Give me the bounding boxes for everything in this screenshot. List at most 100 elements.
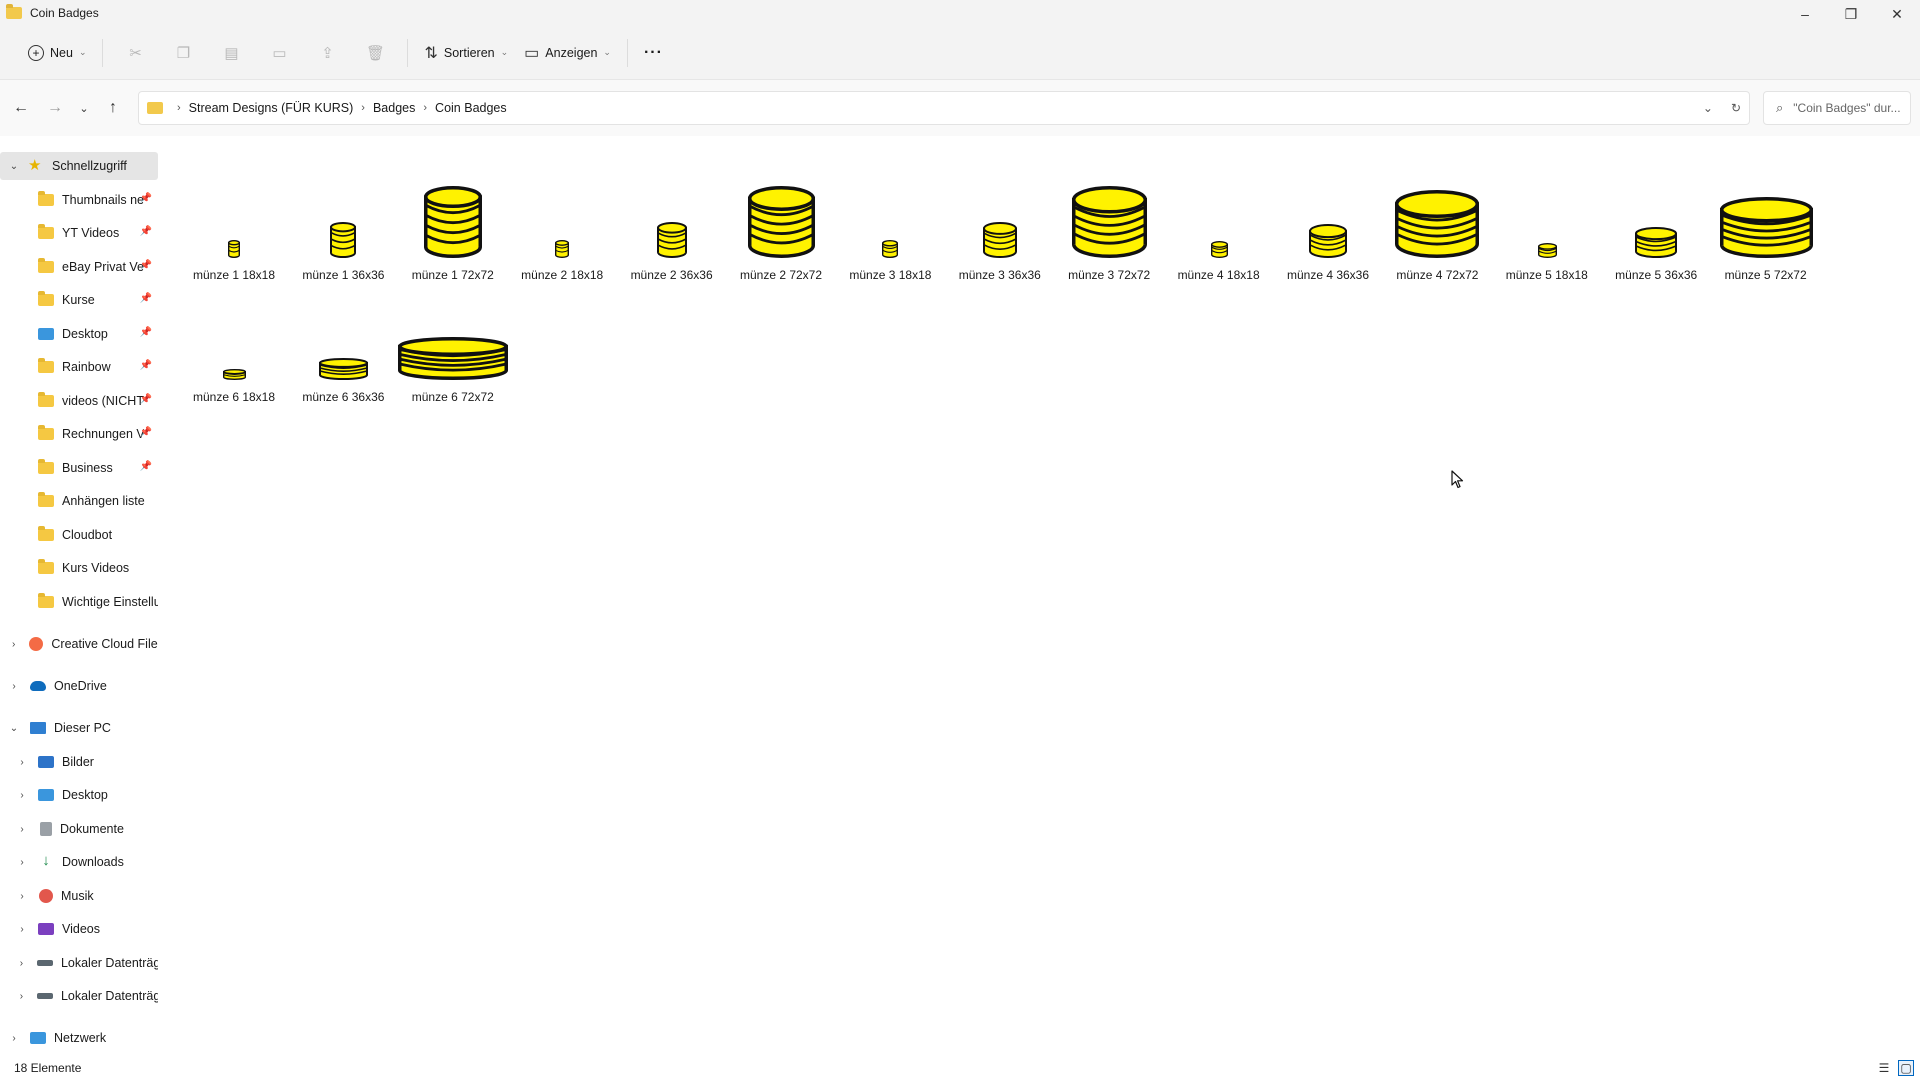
file-name: münze 3 36x36 [958,268,1041,282]
coin-thumbnail [180,166,288,262]
address-bar[interactable]: › Stream Designs (FÜR KURS) › Badges › C… [138,91,1750,125]
sidebar-item-wichtige[interactable]: Wichtige Einstellur [0,588,158,616]
file-item[interactable]: münze 3 72x72 [1055,166,1163,286]
sidebar-item-rechnungen[interactable]: Rechnungen Ve 📌 [0,420,158,448]
sidebar-item-musik[interactable]: › Musik [0,882,158,910]
sidebar-item-videos[interactable]: › Videos [0,915,158,943]
paste-button[interactable]: ▤ [207,37,255,69]
file-item[interactable]: münze 3 36x36 [946,166,1054,286]
file-name: münze 3 18x18 [849,268,932,282]
restore-button[interactable]: ❐ [1828,0,1874,28]
sidebar-item-label: Cloudbot [62,528,113,542]
chevron-down-icon[interactable]: ⌄ [8,723,20,734]
breadcrumb-coin-badges[interactable]: Coin Badges [435,101,507,115]
sidebar-item-desktop-pinned[interactable]: Desktop 📌 [0,320,158,348]
chevron-right-icon[interactable]: › [16,991,27,1002]
sidebar-item-onedrive[interactable]: › OneDrive [0,672,158,700]
sidebar-item-downloads[interactable]: › ↓ Downloads [0,848,158,876]
coin-stack-icon [1537,243,1557,258]
file-item[interactable]: münze 5 72x72 [1712,166,1820,286]
forward-button[interactable]: → [38,92,72,124]
refresh-button[interactable]: ↻ [1731,101,1741,115]
sidebar-item-cloudbot[interactable]: Cloudbot [0,521,158,549]
file-item[interactable]: münze 2 72x72 [727,166,835,286]
details-view-button[interactable]: ☰ [1876,1060,1892,1076]
new-label: Neu [50,45,73,60]
chevron-right-icon[interactable]: › [16,924,28,935]
sidebar-item-local-disk-1[interactable]: › Lokaler Datenträge [0,949,158,977]
scissors-icon: ✂ [129,44,142,62]
sidebar-item-videos-nicht[interactable]: videos (NICHT I 📌 [0,387,158,415]
close-button[interactable]: ✕ [1874,0,1920,28]
breadcrumb-badges[interactable]: Badges [373,101,415,115]
large-icons-view-button[interactable]: ▢ [1898,1060,1914,1076]
chevron-right-icon[interactable]: › [16,857,28,868]
file-item[interactable]: münze 6 18x18 [180,288,288,408]
chevron-right-icon[interactable]: › [8,639,19,650]
folder-icon [147,102,163,114]
sidebar-item-anhaengen[interactable]: Anhängen liste [0,487,158,515]
file-name: münze 2 36x36 [630,268,713,282]
recent-locations-button[interactable]: ⌄ [72,92,96,124]
delete-button[interactable]: 🗑 [351,37,399,69]
sort-button[interactable]: ⇅ Sortieren ⌄ [416,37,516,69]
chevron-right-icon[interactable]: › [16,958,27,969]
file-item[interactable]: münze 4 18x18 [1165,166,1273,286]
back-button[interactable]: ← [4,92,38,124]
sidebar-item-kurs-videos[interactable]: Kurs Videos [0,554,158,582]
chevron-down-icon: ⌄ [78,47,87,57]
sidebar-item-this-pc[interactable]: ⌄ Dieser PC [0,714,158,742]
copy-button[interactable]: ❐ [159,37,207,69]
sidebar-item-yt-videos[interactable]: YT Videos 📌 [0,219,158,247]
file-view: münze 1 18x18 münze 1 36x36 münze 1 72x72 m… [170,146,1920,1056]
address-history-button[interactable]: ⌄ [1703,101,1713,115]
sidebar-item-label: Downloads [62,855,124,869]
sidebar-item-kurse[interactable]: Kurse 📌 [0,286,158,314]
view-button[interactable]: ▭ Anzeigen ⌄ [516,37,619,69]
chevron-right-icon[interactable]: › [16,824,28,835]
file-item[interactable]: münze 2 36x36 [618,166,726,286]
file-item[interactable]: münze 5 36x36 [1602,166,1710,286]
file-item[interactable]: münze 6 36x36 [289,288,397,408]
coin-thumbnail [397,288,508,384]
breadcrumb-stream-designs[interactable]: Stream Designs (FÜR KURS) [189,101,354,115]
new-button[interactable]: + Neu ⌄ [20,37,94,69]
file-item[interactable]: münze 2 18x18 [508,166,616,286]
minimize-button[interactable]: – [1782,0,1828,28]
chevron-right-icon[interactable]: › [16,891,28,902]
file-item[interactable]: münze 4 36x36 [1274,166,1382,286]
file-item[interactable]: münze 1 72x72 [399,166,507,286]
file-item[interactable]: münze 3 18x18 [836,166,944,286]
file-item[interactable]: münze 1 18x18 [180,166,288,286]
chevron-down-icon[interactable]: ⌄ [8,161,20,172]
sidebar-item-thumbnails[interactable]: Thumbnails neu 📌 [0,186,158,214]
file-item[interactable]: münze 6 72x72 [397,288,508,408]
file-item[interactable]: münze 5 18x18 [1493,166,1601,286]
coin-thumbnail [946,166,1054,262]
chevron-right-icon[interactable]: › [16,757,28,768]
sidebar-item-business[interactable]: Business 📌 [0,454,158,482]
rename-button[interactable]: ▭ [255,37,303,69]
sidebar-item-quick-access[interactable]: ⌄ ★ Schnellzugriff [0,152,158,180]
folder-icon [38,559,54,574]
sidebar-item-label: Kurs Videos [62,561,130,575]
more-options-button[interactable]: ··· [636,37,671,69]
file-item[interactable]: münze 4 72x72 [1383,166,1491,286]
sidebar-item-desktop[interactable]: › Desktop [0,781,158,809]
sidebar-item-bilder[interactable]: › Bilder [0,748,158,776]
cut-button[interactable]: ✂ [111,37,159,69]
sidebar-item-rainbow[interactable]: Rainbow 📌 [0,353,158,381]
sidebar-item-ebay[interactable]: eBay Privat Verk 📌 [0,253,158,281]
chevron-right-icon[interactable]: › [8,1033,20,1044]
chevron-right-icon[interactable]: › [16,790,28,801]
search-input[interactable]: ⌕ "Coin Badges" dur... [1763,91,1911,125]
chevron-right-icon[interactable]: › [8,681,20,692]
sidebar-item-creative-cloud[interactable]: › Creative Cloud Files [0,630,158,658]
up-button[interactable]: ↑ [96,92,130,124]
sidebar-item-local-disk-2[interactable]: › Lokaler Datenträge [0,982,158,1010]
sidebar-item-network[interactable]: › Netzwerk [0,1024,158,1052]
share-button[interactable]: ⇪ [303,37,351,69]
file-item[interactable]: münze 1 36x36 [289,166,397,286]
navigation-row: ← → ⌄ ↑ › Stream Designs (FÜR KURS) › Ba… [0,80,1920,136]
sidebar-item-dokumente[interactable]: › Dokumente [0,815,158,843]
